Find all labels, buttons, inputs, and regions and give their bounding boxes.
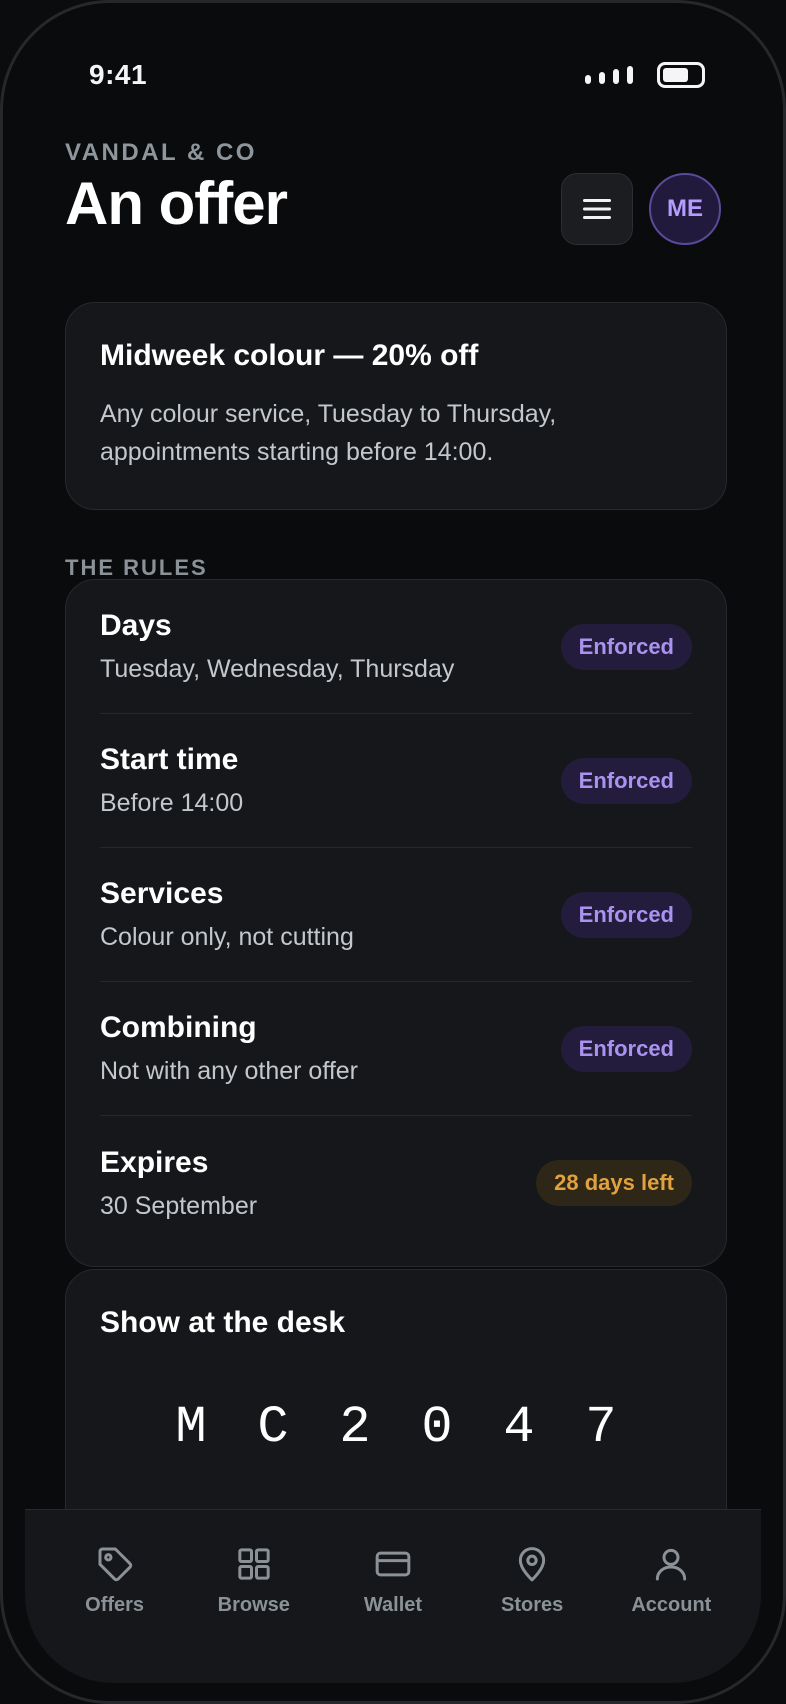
rule-value: 30 September — [100, 1191, 258, 1220]
rule-value: Not with any other offer — [100, 1057, 359, 1085]
rule-value: Colour only, not cutting — [100, 923, 354, 951]
menu-button[interactable] — [561, 173, 633, 245]
status-badge: Enforced — [560, 623, 692, 670]
page-header: VANDAL & CO An offer ME — [65, 139, 721, 249]
header-actions: ME — [561, 173, 721, 245]
rule-row-services: Services Colour only, not cutting Enforc… — [100, 848, 692, 982]
status-badge: Enforced — [560, 757, 692, 804]
rule-name: Expires — [100, 1145, 209, 1179]
status-badge: Enforced — [560, 891, 692, 938]
tab-label: Browse — [217, 1594, 290, 1616]
rule-row-expires: Expires 30 September 28 days left — [100, 1116, 692, 1250]
brand-name: VANDAL & CO — [65, 139, 257, 166]
code-char: 7 — [585, 1398, 617, 1457]
wallet-icon — [375, 1551, 411, 1577]
avatar[interactable]: ME — [649, 173, 721, 245]
rule-row-days: Days Tuesday, Wednesday, Thursday Enforc… — [100, 580, 692, 714]
tab-label: Offers — [85, 1594, 145, 1616]
rule-value: Tuesday, Wednesday, Thursday — [100, 655, 455, 683]
code-char: M — [175, 1398, 207, 1457]
tab-stores[interactable]: Stores — [472, 1544, 592, 1683]
rule-name: Services — [100, 877, 224, 910]
offer-code: M C 2 0 4 7 — [100, 1398, 692, 1457]
tab-label: Account — [631, 1594, 712, 1616]
code-char: C — [257, 1398, 289, 1457]
tag-icon — [98, 1547, 132, 1582]
offer-card: Midweek colour — 20% off Any colour serv… — [65, 302, 727, 510]
desk-title: Show at the desk — [100, 1306, 346, 1339]
rules-card: Days Tuesday, Wednesday, Thursday Enforc… — [65, 579, 727, 1267]
battery-icon — [657, 62, 705, 88]
rule-value: Before 14:00 — [100, 789, 244, 817]
tab-offers[interactable]: Offers — [55, 1544, 175, 1683]
rule-name: Days — [100, 609, 172, 642]
person-icon — [656, 1548, 687, 1581]
code-char: 0 — [421, 1398, 453, 1457]
tab-account[interactable]: Account — [611, 1544, 731, 1683]
location-pin-icon — [518, 1547, 546, 1582]
rule-name: Combining — [100, 1011, 257, 1044]
rules-section-label: THE RULES — [65, 555, 208, 580]
tab-label: Wallet — [363, 1594, 423, 1616]
expiry-badge: 28 days left — [536, 1160, 692, 1206]
code-char: 2 — [339, 1398, 371, 1457]
status-badge: Enforced — [560, 1025, 692, 1072]
status-time: 9:41 — [89, 59, 148, 90]
rule-row-combining: Combining Not with any other offer Enfor… — [100, 982, 692, 1116]
offer-description: Any colour service, Tuesday to Thursday,… — [100, 400, 557, 466]
rule-name: Start time — [100, 743, 239, 776]
tab-label: Stores — [501, 1594, 564, 1616]
code-char: 4 — [503, 1398, 535, 1457]
phone-frame: 9:41 VANDAL & CO An offer ME Midweek col… — [0, 0, 786, 1704]
hamburger-icon — [583, 199, 611, 219]
status-bar: 9:41 — [89, 55, 705, 95]
rule-row-start-time: Start time Before 14:00 Enforced — [100, 714, 692, 848]
signal-icon — [585, 66, 633, 84]
status-icons — [585, 62, 705, 88]
tab-browse[interactable]: Browse — [194, 1544, 314, 1683]
offer-title: Midweek colour — 20% off — [100, 339, 479, 372]
bottom-tab-bar: Offers Browse Wallet Stores Account — [25, 1509, 761, 1683]
tab-wallet[interactable]: Wallet — [333, 1544, 453, 1683]
grid-icon — [238, 1548, 270, 1580]
